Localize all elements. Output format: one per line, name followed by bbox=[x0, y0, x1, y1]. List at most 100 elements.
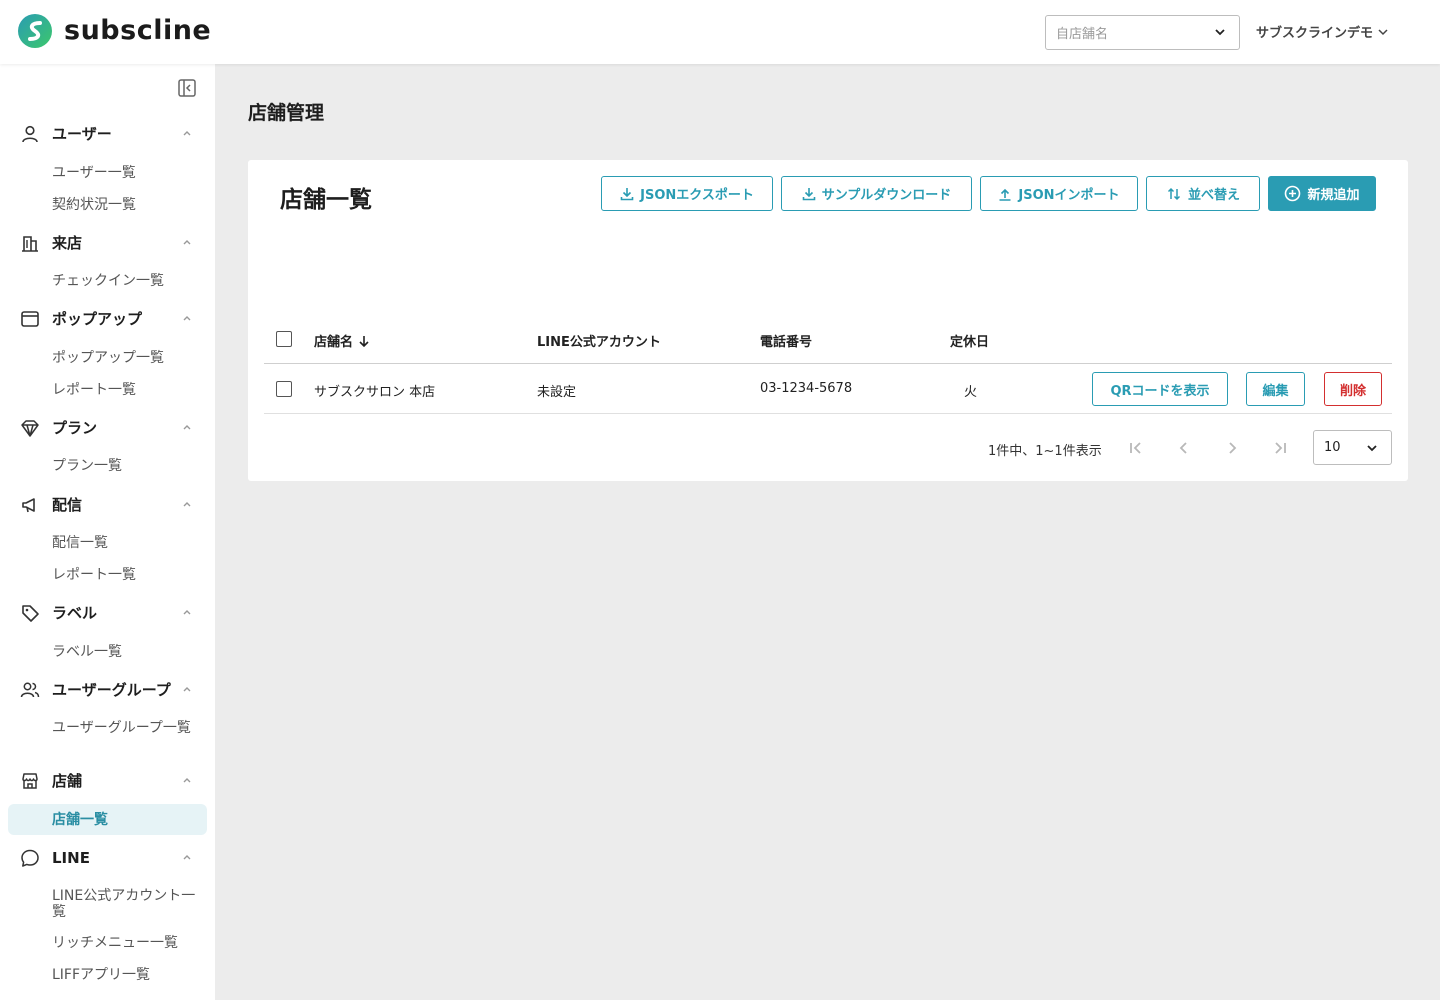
sidebar-group-label: 店舗 bbox=[52, 772, 83, 790]
sample-download-label: サンプルダウンロード bbox=[821, 188, 952, 203]
sample-download-button[interactable]: サンプルダウンロード bbox=[781, 176, 972, 211]
column-header-label: 店舗名 bbox=[314, 335, 354, 350]
column-header-holiday: 定休日 bbox=[950, 335, 990, 350]
add-new-button[interactable]: 新規追加 bbox=[1268, 176, 1376, 211]
download-icon bbox=[620, 187, 634, 200]
json-import-button[interactable]: JSONインポート bbox=[980, 176, 1138, 211]
cell-line-account: 未設定 bbox=[537, 385, 577, 400]
sort-label: 並べ替え bbox=[1187, 188, 1240, 203]
sidebar-item-checkin-list[interactable]: チェックイン一覧 bbox=[52, 273, 164, 289]
sidebar-group-users[interactable]: ユーザー bbox=[20, 124, 191, 144]
table-row: サブスクサロン 本店 未設定 03-1234-5678 火 QRコードを表示 編… bbox=[264, 364, 1392, 414]
sidebar-group-store[interactable]: 店舗 bbox=[20, 771, 191, 791]
logo-text: subscline bbox=[64, 15, 212, 46]
sidebar-item-popup-report-list[interactable]: レポート一覧 bbox=[52, 382, 136, 398]
shop-select[interactable]: 自店舗名 bbox=[1045, 15, 1240, 50]
json-export-button[interactable]: JSONエクスポート bbox=[601, 176, 773, 211]
edit-button[interactable]: 編集 bbox=[1246, 372, 1305, 406]
chevron-up-icon bbox=[183, 502, 191, 507]
sidebar-item-plan-list[interactable]: プラン一覧 bbox=[52, 458, 122, 474]
chat-bubble-icon bbox=[20, 848, 40, 868]
sidebar-item-delivery-list[interactable]: 配信一覧 bbox=[52, 535, 108, 551]
card-title: 店舗一覧 bbox=[280, 187, 372, 213]
user-icon bbox=[20, 124, 40, 144]
sidebar-item-liff-app-list[interactable]: LIFFアプリ一覧 bbox=[52, 967, 150, 983]
sidebar-item-store-list[interactable]: 店舗一覧 bbox=[52, 812, 108, 828]
sort-arrows-icon bbox=[1167, 187, 1181, 200]
sidebar-item-delivery-report-list[interactable]: レポート一覧 bbox=[52, 567, 136, 583]
json-import-label: JSONインポート bbox=[1018, 188, 1120, 203]
store-list-card: 店舗一覧 JSONエクスポート サンプルダウンロード JSONインポート 並べ替… bbox=[248, 160, 1408, 481]
sidebar-group-visits[interactable]: 来店 bbox=[20, 233, 191, 253]
column-header-phone: 電話番号 bbox=[760, 335, 813, 350]
sidebar-item-rich-menu-list[interactable]: リッチメニュー一覧 bbox=[52, 935, 178, 951]
cell-store-name: サブスクサロン 本店 bbox=[314, 385, 436, 400]
chevron-up-icon bbox=[183, 778, 191, 783]
sidebar-item-user-group-list[interactable]: ユーザーグループ一覧 bbox=[52, 720, 202, 736]
select-all-checkbox[interactable] bbox=[276, 331, 292, 347]
sidebar-group-popup[interactable]: ポップアップ bbox=[20, 309, 191, 329]
sidebar-group-label: LINE bbox=[52, 849, 90, 867]
chevron-up-icon bbox=[183, 131, 191, 136]
user-menu-label: サブスクラインデモ bbox=[1256, 26, 1374, 41]
rows-per-page-value: 10 bbox=[1324, 440, 1341, 455]
download-icon bbox=[802, 187, 815, 200]
sidebar-group-label: 配信 bbox=[52, 496, 83, 514]
logo[interactable]: subscline bbox=[16, 14, 211, 48]
window-icon bbox=[20, 309, 40, 329]
sidebar-group-plan[interactable]: プラン bbox=[20, 418, 191, 438]
rows-per-page-select[interactable]: 10 bbox=[1313, 430, 1392, 465]
logo-icon bbox=[16, 14, 54, 48]
chevron-up-icon bbox=[183, 240, 191, 245]
sidebar-group-label: ポップアップ bbox=[52, 310, 143, 328]
sidebar-group-label: 来店 bbox=[52, 234, 83, 252]
building-icon bbox=[20, 233, 40, 253]
chevron-up-icon bbox=[183, 855, 191, 860]
sidebar-group-label: ユーザーグループ bbox=[52, 681, 171, 699]
chevron-up-icon bbox=[183, 687, 191, 692]
sidebar-group-label[interactable]: ラベル bbox=[20, 603, 191, 623]
sidebar-item-label-list[interactable]: ラベル一覧 bbox=[52, 644, 122, 660]
column-header-store-name[interactable]: 店舗名 bbox=[314, 331, 371, 350]
tag-icon bbox=[20, 603, 40, 623]
chevron-down-icon bbox=[1367, 445, 1377, 452]
shop-select-placeholder: 自店舗名 bbox=[1056, 27, 1109, 42]
sidebar-group-delivery[interactable]: 配信 bbox=[20, 495, 191, 515]
store-icon bbox=[20, 771, 40, 791]
json-export-label: JSONエクスポート bbox=[640, 188, 754, 203]
user-menu[interactable]: サブスクラインデモ bbox=[1256, 22, 1389, 41]
chevron-up-icon bbox=[183, 316, 191, 321]
sidebar-item-popup-list[interactable]: ポップアップ一覧 bbox=[52, 350, 164, 366]
sidebar-group-label: ユーザー bbox=[52, 125, 112, 143]
row-checkbox[interactable] bbox=[276, 381, 292, 397]
chevron-down-icon bbox=[1378, 28, 1388, 35]
sort-button[interactable]: 並べ替え bbox=[1146, 176, 1260, 211]
sidebar-group-line[interactable]: LINE bbox=[20, 848, 191, 868]
chevron-up-icon bbox=[183, 610, 191, 615]
show-qr-button[interactable]: QRコードを表示 bbox=[1092, 372, 1228, 406]
pagination-summary: 1件中、1~1件表示 bbox=[988, 444, 1102, 459]
megaphone-icon bbox=[20, 495, 40, 515]
sidebar-group-label: ラベル bbox=[52, 604, 98, 622]
next-page-icon[interactable] bbox=[1222, 438, 1242, 458]
cell-holiday: 火 bbox=[964, 385, 978, 400]
chevron-down-icon bbox=[1215, 29, 1225, 36]
panel-collapse-icon bbox=[178, 79, 196, 97]
last-page-icon[interactable] bbox=[1270, 438, 1290, 458]
delete-button[interactable]: 削除 bbox=[1324, 372, 1382, 406]
diamond-icon bbox=[20, 418, 40, 438]
sidebar-item-line-account-list[interactable]: LINE公式アカウント一覧 bbox=[52, 888, 202, 920]
previous-page-icon[interactable] bbox=[1174, 438, 1194, 458]
top-header: subscline 自店舗名 サブスクラインデモ bbox=[0, 0, 1440, 64]
sidebar-item-contract-status[interactable]: 契約状況一覧 bbox=[52, 197, 136, 213]
sidebar: ユーザー ユーザー一覧 契約状況一覧 来店 チェックイン一覧 ポップアップ ポッ… bbox=[0, 64, 215, 1000]
chevron-up-icon bbox=[183, 425, 191, 430]
add-new-label: 新規追加 bbox=[1307, 188, 1360, 203]
sidebar-item-user-list[interactable]: ユーザー一覧 bbox=[52, 165, 136, 181]
sidebar-collapse-button[interactable] bbox=[177, 78, 197, 98]
cell-phone: 03-1234-5678 bbox=[760, 381, 853, 396]
sidebar-group-user-group[interactable]: ユーザーグループ bbox=[20, 680, 191, 700]
upload-icon bbox=[999, 188, 1011, 201]
first-page-icon[interactable] bbox=[1126, 438, 1146, 458]
arrow-down-icon bbox=[359, 335, 369, 347]
